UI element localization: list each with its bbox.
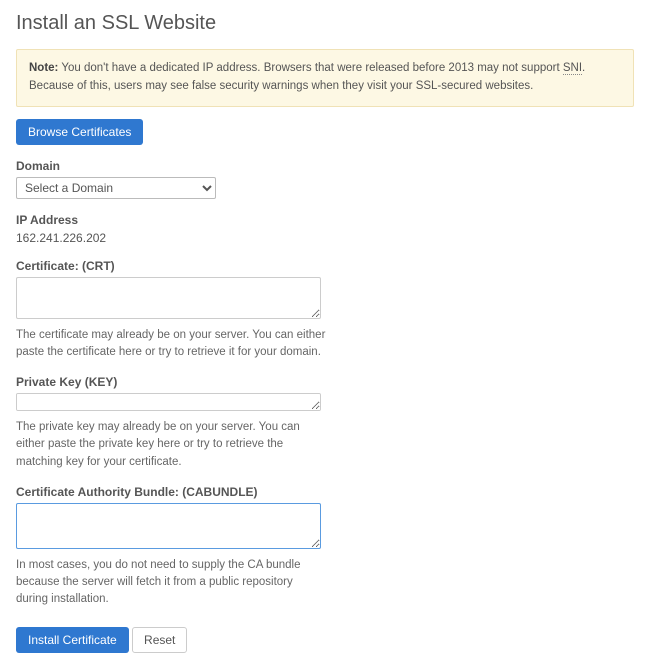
note-box: Note: You don't have a dedicated IP addr… — [16, 49, 634, 107]
private-key-input[interactable] — [16, 393, 321, 411]
install-certificate-button[interactable]: Install Certificate — [16, 627, 129, 653]
sni-abbr: SNI — [563, 62, 582, 75]
certificate-crt-help: The certificate may already be on your s… — [16, 327, 326, 362]
note-text-a: You don't have a dedicated IP address. B… — [58, 62, 562, 74]
certificate-crt-input[interactable] — [16, 277, 321, 319]
cabundle-input[interactable] — [16, 503, 321, 549]
domain-label: Domain — [16, 159, 336, 173]
ip-address-label: IP Address — [16, 213, 336, 227]
ip-address-value: 162.241.226.202 — [16, 231, 106, 245]
browse-certificates-button[interactable]: Browse Certificates — [16, 119, 143, 145]
private-key-help: The private key may already be on your s… — [16, 419, 326, 471]
cabundle-label: Certificate Authority Bundle: (CABUNDLE) — [16, 485, 336, 499]
cabundle-help: In most cases, you do not need to supply… — [16, 557, 326, 609]
form-actions: Install Certificate Reset — [16, 627, 634, 653]
private-key-label: Private Key (KEY) — [16, 375, 336, 389]
note-label: Note: — [29, 62, 58, 74]
reset-button[interactable]: Reset — [132, 627, 187, 653]
certificate-crt-label: Certificate: (CRT) — [16, 259, 336, 273]
domain-select[interactable]: Select a Domain — [16, 177, 216, 199]
page-title: Install an SSL Website — [16, 12, 634, 35]
